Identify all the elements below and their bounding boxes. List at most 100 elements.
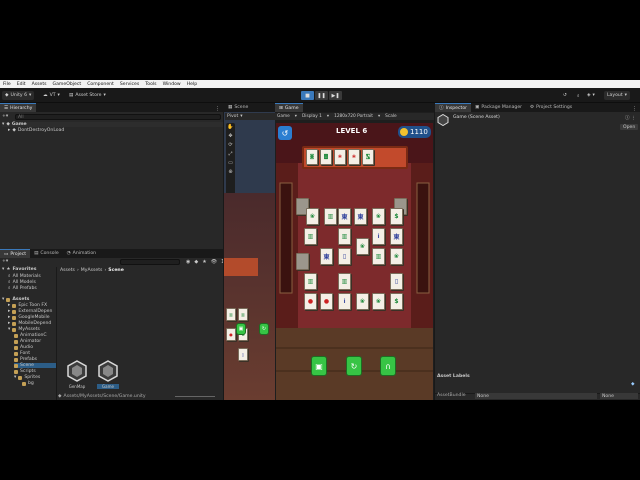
board-tile[interactable]: ● (320, 293, 333, 310)
tab-console[interactable]: ▤ Console (30, 249, 63, 258)
asset-file[interactable]: GenMap (66, 360, 88, 390)
panel-menu-icon[interactable]: ⋮ (215, 106, 223, 112)
menu-window[interactable]: Window (160, 82, 184, 87)
menu-component[interactable]: Component (84, 82, 117, 87)
tab-package-manager[interactable]: ▣ Package Manager (471, 103, 526, 112)
tag-icon[interactable]: ◆ (631, 382, 635, 387)
asset-file[interactable]: Game (97, 360, 119, 390)
board-tile[interactable]: 東 (320, 248, 333, 265)
tree-item[interactable]: ▸ Epic Toon FX (8, 303, 47, 308)
board-tile[interactable]: ● (304, 293, 317, 310)
board-tile[interactable]: ❀ (372, 293, 385, 310)
menu-assets[interactable]: Assets (29, 82, 50, 87)
board-tile[interactable]: ⁞ (338, 293, 351, 310)
create-button[interactable]: +▾ (2, 114, 8, 119)
shuffle-powerup-button[interactable]: ↻ (346, 356, 362, 376)
menu-file[interactable]: File (0, 82, 14, 87)
menu-gameobject[interactable]: GameObject (50, 82, 85, 87)
open-button[interactable]: Open (620, 124, 639, 130)
pause-button[interactable]: ❚❚ (315, 91, 328, 100)
variant-dropdown[interactable]: None (600, 393, 638, 399)
board-tile[interactable]: 東 (390, 228, 403, 245)
tree-item[interactable]: Scripts (14, 369, 36, 374)
board-tile[interactable]: ❀ (356, 293, 369, 310)
undo-powerup-button[interactable]: ▣ (311, 356, 327, 376)
board-tile[interactable] (296, 253, 309, 270)
panel-menu-icon[interactable]: ⋮ (632, 106, 640, 112)
board-tile[interactable]: ▥ (324, 208, 337, 225)
board-tile[interactable]: $ (390, 208, 403, 225)
layers-dropdown[interactable]: ◈ ▾ (584, 91, 598, 100)
tree-item[interactable]: bg (22, 381, 34, 386)
menu-edit[interactable]: Edit (14, 82, 29, 87)
board-tile[interactable]: 東 (338, 208, 351, 225)
board-tile[interactable]: ❀ (372, 208, 385, 225)
tree-item[interactable]: Animator (14, 339, 41, 344)
board-tile[interactable]: ▥ (338, 273, 351, 290)
inspector-help-icons[interactable]: ⓘ ⋮ (625, 115, 636, 121)
tab-project-settings[interactable]: ⚙ Project Settings (526, 103, 576, 112)
hierarchy-item-scene[interactable]: ▾ ◆ Game (2, 122, 223, 127)
board-tile[interactable]: ▯ (390, 273, 403, 290)
pivot-dropdown[interactable]: Pivot (227, 114, 238, 119)
hierarchy-item-dontdestroy[interactable]: ▸ ◆ DontDestroyOnLoad (8, 128, 64, 133)
board-tile[interactable]: ▥ (304, 273, 317, 290)
board-tile[interactable]: 東 (354, 208, 367, 225)
tab-game[interactable]: ⊞ Game (275, 103, 303, 112)
breadcrumb-item[interactable]: Scene (108, 268, 124, 273)
display-dropdown[interactable]: Display 1 (302, 114, 322, 119)
undo-history-button[interactable]: ↺ (560, 91, 570, 100)
assets-root[interactable]: ▾ Assets (2, 297, 29, 302)
board-tile[interactable]: ❀ (306, 208, 319, 225)
star-icon[interactable]: ★ (202, 259, 206, 265)
favorites-header[interactable]: ▾ ★ Favorites (2, 267, 36, 272)
board-tile[interactable]: ▥ (338, 228, 351, 245)
hint-powerup-button[interactable]: ∩ (380, 356, 396, 376)
account-dropdown[interactable]: ◆ Unity 6 ▾ (2, 91, 35, 100)
dock-tile[interactable]: ❀ (334, 149, 346, 165)
tree-item[interactable]: AnimationC (14, 333, 47, 338)
tab-inspector[interactable]: ⓘ Inspector (435, 103, 472, 112)
tree-item[interactable]: Prefabs (14, 357, 37, 362)
tree-item-selected[interactable]: Scene (14, 363, 56, 368)
menu-help[interactable]: Help (184, 82, 200, 87)
step-button[interactable]: ▶❚ (329, 91, 342, 100)
resolution-dropdown[interactable]: 1280x720 Portrait (334, 114, 373, 119)
tree-item[interactable]: ▸ ExternalDepen (8, 309, 52, 314)
dock-tile[interactable]: 🀛 (362, 149, 374, 165)
tree-item[interactable]: Audio (14, 345, 33, 350)
board-tile[interactable]: ⁞ (372, 228, 385, 245)
transform-tool-icons[interactable]: ✋ ✥ ⟳ ⤢ ▭ ⊕ (226, 123, 235, 177)
search-button[interactable]: ⌕ (574, 91, 583, 100)
project-create-button[interactable]: +▾ (2, 259, 8, 264)
game-mode-dropdown[interactable]: Game (277, 114, 290, 119)
tree-item[interactable]: ▸ GoogleMobile (8, 315, 50, 320)
project-search[interactable] (120, 259, 180, 265)
filter-type-icon[interactable]: ◉ (186, 259, 190, 265)
breadcrumb-item[interactable]: MyAssets (81, 268, 103, 273)
fav-item[interactable]: ⌕ All Prefabs (8, 285, 37, 292)
tree-item[interactable]: ▾ Sprites (14, 375, 40, 380)
dock-tile[interactable]: 🀙 (306, 149, 318, 165)
board-tile[interactable]: ▥ (372, 248, 385, 265)
tree-item[interactable]: ▸ MobileDepend (8, 321, 51, 326)
tab-animation[interactable]: ◔ Animation (63, 249, 100, 258)
vt-dropdown[interactable]: ☁ VT ▾ (40, 91, 63, 100)
menu-tools[interactable]: Tools (142, 82, 159, 87)
play-button[interactable]: ■ (301, 91, 314, 100)
board-tile[interactable]: ❀ (390, 248, 403, 265)
tab-hierarchy[interactable]: ☰ Hierarchy (0, 103, 37, 112)
breadcrumb-item[interactable]: Assets (60, 268, 75, 273)
board-tile[interactable]: ❀ (356, 238, 369, 255)
asset-store-button[interactable]: ▤ Asset Store ▾ (66, 91, 109, 100)
eye-icon[interactable]: 👁 (211, 259, 217, 265)
layout-dropdown[interactable]: Layout ▾ (604, 91, 630, 100)
tab-project[interactable]: ▭ Project (0, 249, 31, 258)
menu-services[interactable]: Services (117, 82, 142, 87)
icon-size-slider[interactable] (175, 396, 215, 397)
tree-item[interactable]: ▾ MyAssets (8, 327, 40, 332)
tab-scene[interactable]: ▦ Scene (224, 103, 252, 112)
dock-tile[interactable]: 🀡 (320, 149, 332, 165)
dock-tile[interactable]: ❀ (348, 149, 360, 165)
board-tile[interactable]: ▯ (338, 248, 351, 265)
